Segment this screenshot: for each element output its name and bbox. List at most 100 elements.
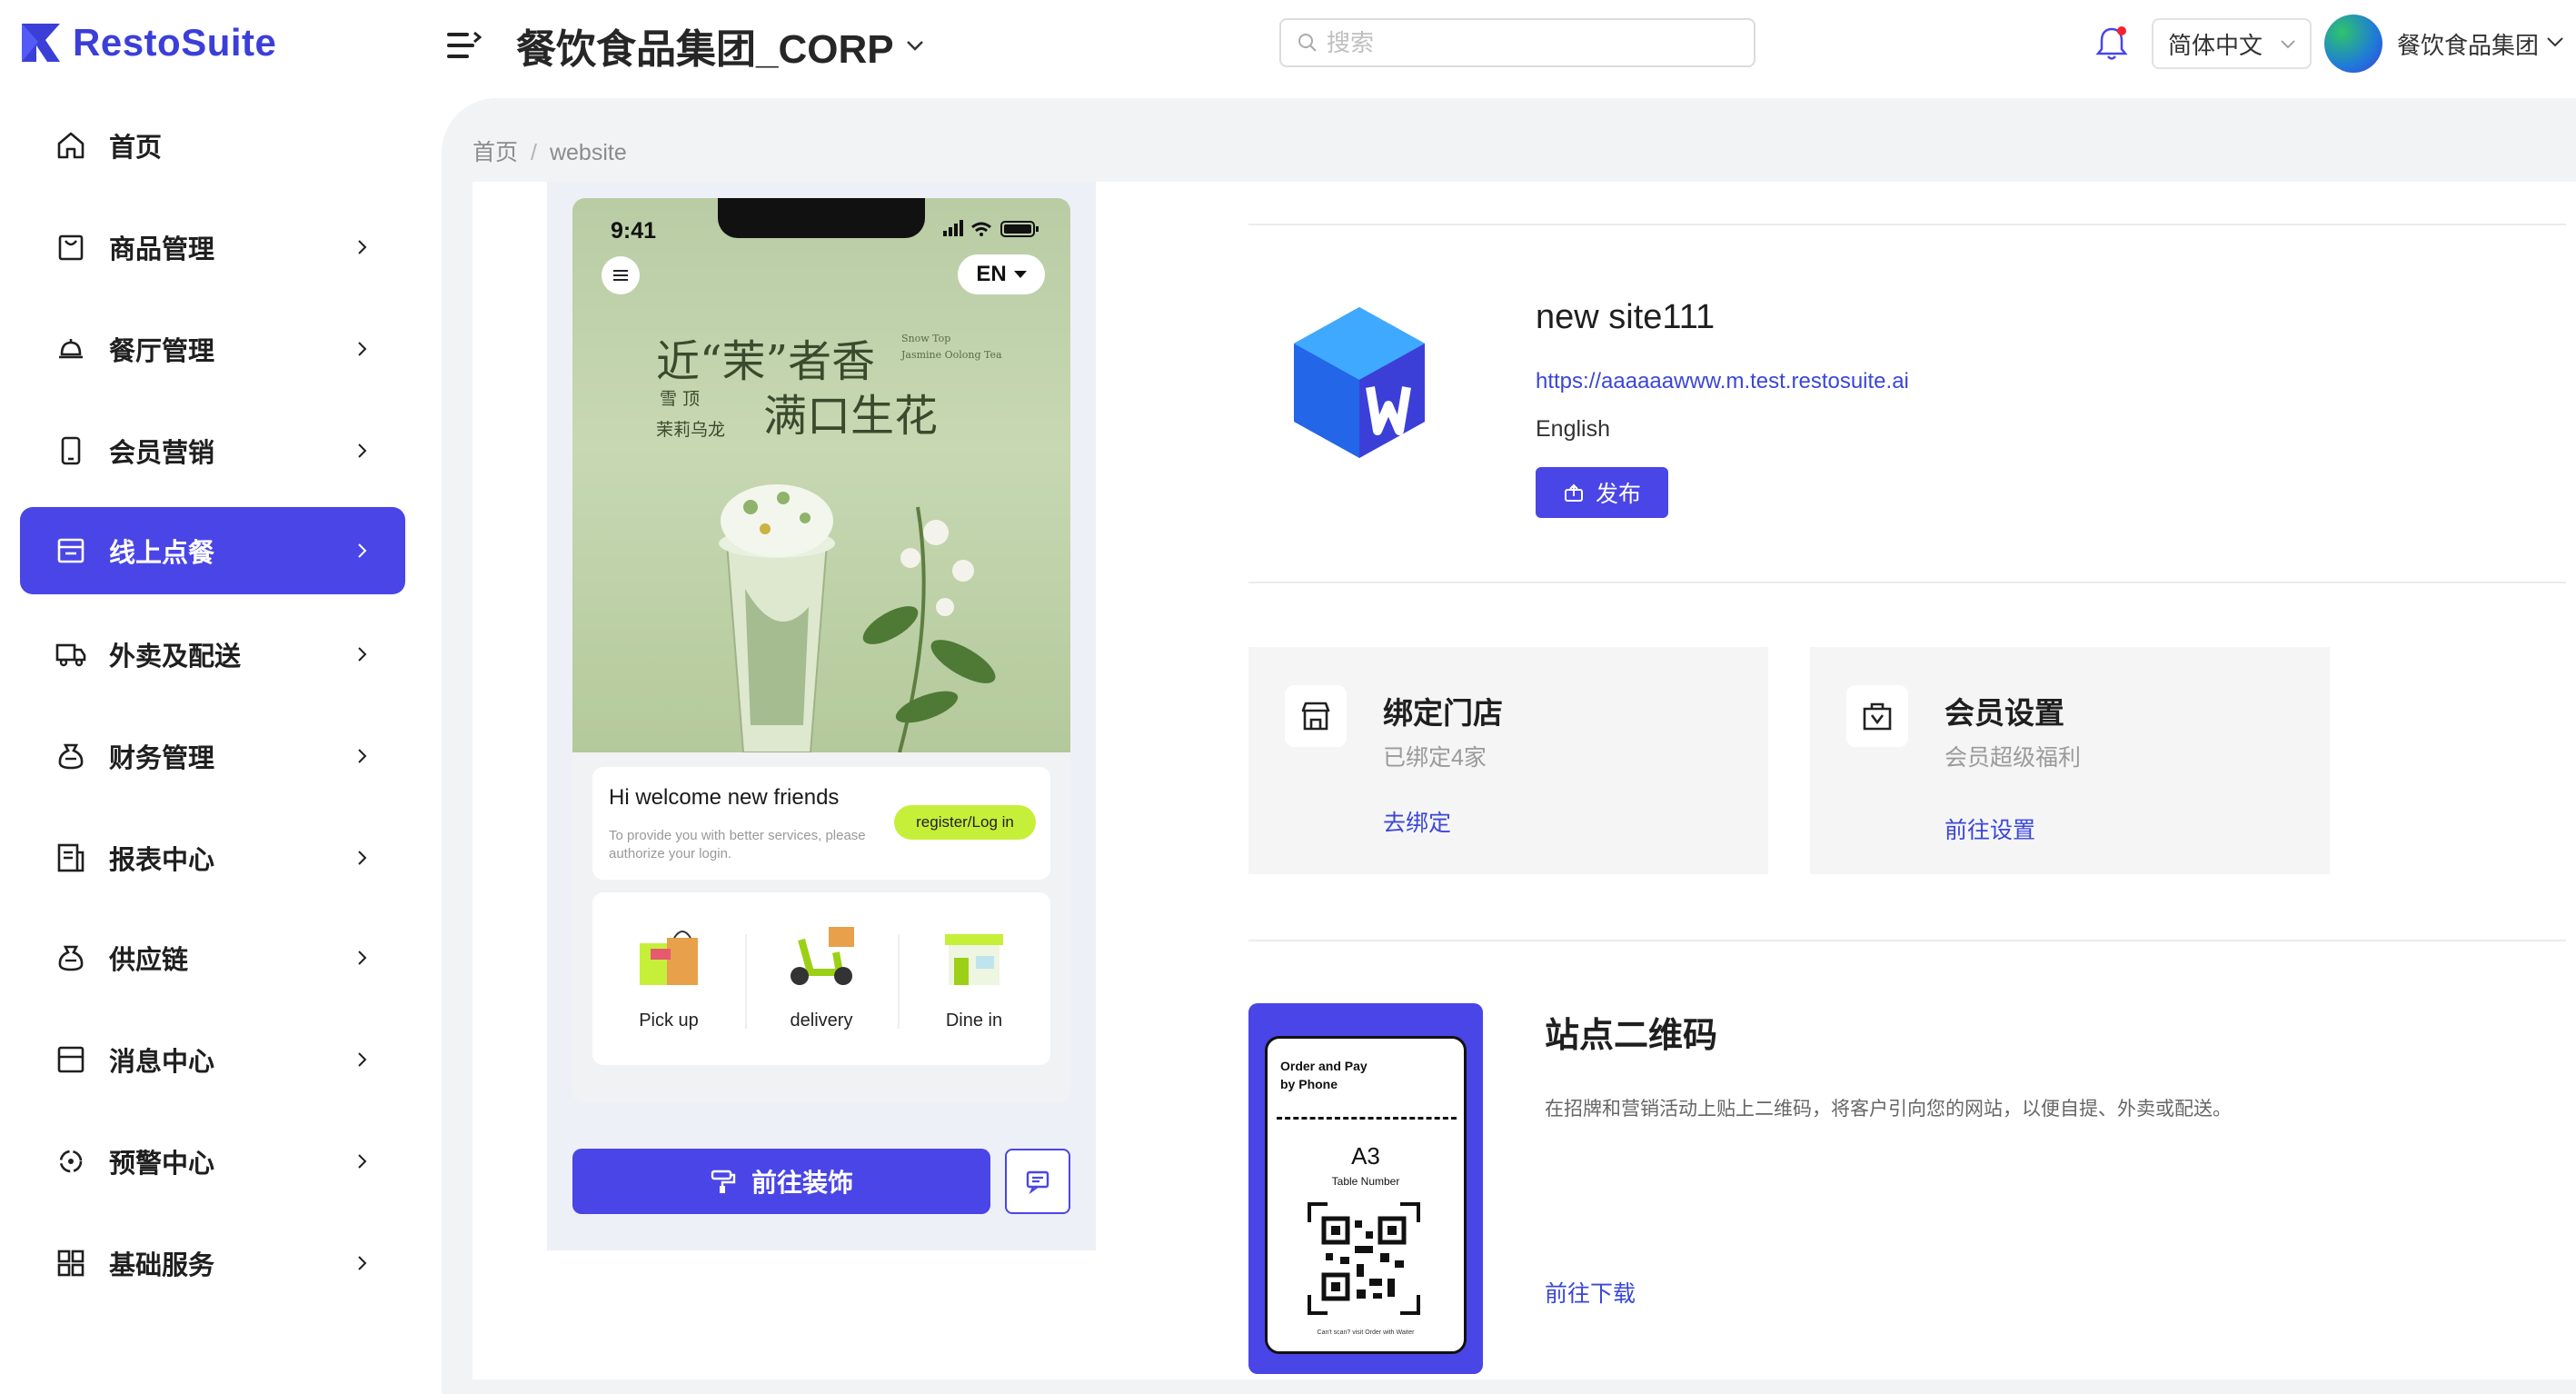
site-name: new site111 [1536,298,1716,336]
site-language: English [1536,416,1610,442]
phone-language-pill[interactable]: EN [958,254,1045,294]
member-settings-link[interactable]: 前往设置 [1944,812,2035,845]
qr-table-code: A3 [1351,1142,1380,1170]
corp-selector[interactable]: 餐饮食品集团_CORP [516,16,927,75]
qr-heading-line: by Phone [1280,1077,1338,1091]
user-name[interactable]: 餐饮食品集团 [2397,27,2539,61]
comment-button[interactable] [1005,1149,1070,1214]
divider [1248,582,2566,583]
shopping-bag-icon [58,234,84,261]
sidebar-item-label: 餐厅管理 [109,337,215,366]
language-selector[interactable]: 简体中文 [2152,18,2312,69]
divider [1248,940,2566,941]
service-pickup[interactable]: Pick up [592,892,745,1065]
sidebar-item-supply-chain[interactable]: 供应链 [20,914,405,1001]
sidebar-item-restaurant[interactable]: 餐厅管理 [20,305,405,393]
user-avatar[interactable] [2324,15,2382,73]
welcome-title: Hi welcome new friends [609,785,840,810]
sidebar-item-label: 线上点餐 [109,539,215,568]
notification-bell-icon[interactable] [2092,24,2132,64]
money-bag-icon [58,743,84,770]
breadcrumb-separator: / [531,140,537,165]
member-icon [1863,702,1892,731]
sidebar-item-products[interactable]: 商品管理 [20,204,405,291]
sidebar-item-label: 首页 [109,134,163,163]
feature-icon-box [1846,685,1908,747]
language-label: 简体中文 [2168,31,2263,59]
supply-icon [58,945,84,971]
breadcrumb-home[interactable]: 首页 [472,140,518,165]
sidebar-item-finance[interactable]: 财务管理 [20,712,405,800]
sidebar-item-label: 基础服务 [109,1251,215,1280]
scooter-icon [791,927,854,985]
menu-toggle-icon[interactable] [445,29,482,62]
qr-poster-footer: Can't scan? visit Order with Waiter [1317,1329,1415,1336]
decorate-button[interactable]: 前往装饰 [572,1149,990,1214]
feature-title: 绑定门店 [1383,696,1503,730]
service-dine-in[interactable]: Dine in [898,892,1050,1065]
chevron-right-icon [358,851,367,865]
search-input[interactable] [1327,28,1726,57]
qr-section-description: 在招牌和营销活动上贴上二维码，将客户引向您的网站，以便自提、外卖或配送。 [1545,1099,2232,1120]
sidebar-item-label: 消息中心 [109,1048,215,1077]
chevron-right-icon [358,342,367,356]
qr-download-link[interactable]: 前往下载 [1545,1276,1636,1309]
cloche-icon [59,339,83,359]
sidebar-item-alerts[interactable]: 预警中心 [20,1118,405,1205]
hero-cn-caption-1: 雪 顶 [660,389,701,409]
sidebar-item-home[interactable]: 首页 [20,102,405,189]
corp-title: 餐饮食品集团_CORP [516,27,894,72]
sidebar: 首页 商品管理 餐厅管理 会员营销 线上点餐 外卖及配送 财务管理 报表中心 供… [0,87,427,1394]
sidebar-item-label: 报表中心 [109,846,215,875]
message-box-icon [57,1046,85,1073]
truck-icon [55,643,86,667]
chevron-right-icon [358,543,367,558]
divider [1248,224,2566,225]
service-label: Dine in [945,1011,1003,1031]
sidebar-item-basic-services[interactable]: 基础服务 [20,1220,405,1307]
sidebar-item-reports[interactable]: 报表中心 [20,814,405,901]
grid-icon [57,1250,85,1277]
qr-section-title: 站点二维码 [1545,1017,1718,1055]
login-button[interactable]: register/Log in [894,805,1036,840]
chevron-right-icon [358,1052,367,1067]
sidebar-item-online-order[interactable]: 线上点餐 [20,507,405,594]
sidebar-item-delivery[interactable]: 外卖及配送 [20,611,405,698]
status-time: 9:41 [611,218,657,244]
brand-name: RestoSuite [73,21,277,64]
search-box[interactable] [1279,18,1755,67]
service-label: delivery [790,1011,853,1031]
chevron-right-icon [358,240,367,254]
qr-code-icon [1308,1202,1420,1315]
publish-button[interactable]: 发布 [1536,467,1668,518]
welcome-subtitle: To provide you with better services, ple… [609,828,866,861]
top-header: RestoSuite 餐饮食品集团_CORP 简体中文 餐饮食品集团 [0,0,2576,87]
qr-poster-heading: Order and Pay by Phone [1280,1057,1368,1093]
phone-hero-banner: 9:41 EN 近“茉”者香 Snow Top Jasmine Oolong T… [572,198,1070,752]
service-delivery[interactable]: delivery [745,892,898,1065]
chevron-right-icon [358,749,367,763]
publish-button-label: 发布 [1595,482,1641,507]
store-icon [1301,702,1330,731]
publish-icon [1564,483,1583,502]
bind-store-link[interactable]: 去绑定 [1383,805,1451,838]
services-card: Pick up delivery Dine in [592,892,1050,1065]
chevron-down-icon[interactable] [2544,31,2566,53]
phone-menu-button[interactable] [602,256,640,294]
site-url-link[interactable]: https://aaaaaawww.m.test.restosuite.ai [1536,369,1909,394]
chevron-right-icon [358,1256,367,1270]
feature-bind-store: 绑定门店 已绑定4家 去绑定 [1248,647,1768,874]
comment-icon [1026,1170,1049,1195]
alert-icon [59,1150,83,1173]
chevron-right-icon [358,443,367,458]
chevron-down-icon [906,41,923,51]
brand-logo[interactable]: RestoSuite [18,20,276,65]
sidebar-item-messages[interactable]: 消息中心 [20,1016,405,1103]
breadcrumb: 首页 / website [472,134,627,167]
chevron-right-icon [358,647,367,662]
sidebar-item-membership[interactable]: 会员营销 [20,407,405,494]
feature-title: 会员设置 [1944,696,2064,730]
chevron-right-icon [358,951,367,965]
qr-code-poster: Order and Pay by Phone A3 Table Number C… [1248,1003,1483,1374]
search-icon [1298,34,1317,52]
